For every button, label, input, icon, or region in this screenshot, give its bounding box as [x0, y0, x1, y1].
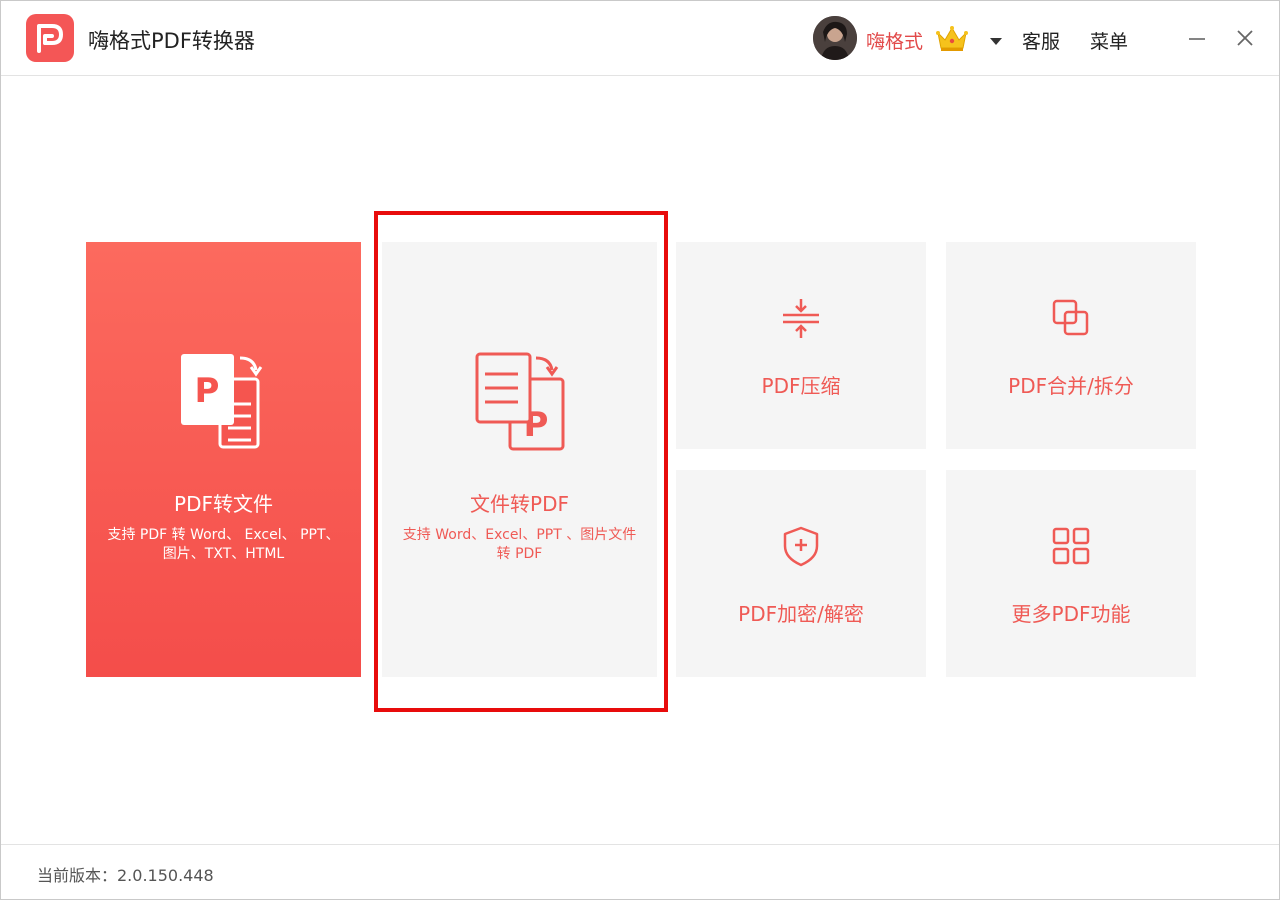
file-to-pdf-card[interactable]: P 文件转PDF 支持 Word、Excel、PPT 、图片文件转 PDF — [382, 242, 657, 677]
menu-button[interactable]: 菜单 — [1090, 27, 1128, 54]
card-title: PDF合并/拆分 — [1008, 374, 1134, 398]
card-title: PDF加密/解密 — [738, 602, 864, 626]
app-title: 嗨格式PDF转换器 — [88, 29, 255, 53]
pdf-to-file-card[interactable]: P PDF转文件 支持 PDF 转 Word、 Excel、 PPT、图片、TX… — [86, 242, 361, 677]
card-description: 支持 PDF 转 Word、 Excel、 PPT、图片、TXT、HTML — [107, 527, 340, 562]
pdf-compress-card[interactable]: PDF压缩 — [676, 242, 926, 449]
pdf-merge-split-card[interactable]: PDF合并/拆分 — [946, 242, 1196, 449]
avatar[interactable] — [813, 16, 857, 60]
minimize-icon[interactable] — [1186, 27, 1208, 49]
chevron-down-icon[interactable] — [988, 32, 1004, 45]
card-title: 更多PDF功能 — [1011, 602, 1131, 626]
card-title: PDF压缩 — [761, 374, 841, 398]
shield-plus-icon — [779, 524, 823, 568]
status-bar: 当前版本：2.0.150.448 — [1, 844, 1279, 900]
username[interactable]: 嗨格式 — [866, 27, 923, 54]
card-title: 文件转PDF — [470, 492, 569, 516]
card-description: 支持 Word、Excel、PPT 、图片文件转 PDF — [402, 527, 637, 562]
app-window: 嗨格式PDF转换器 嗨格式 客服 菜单 P PDF转文件 支持 PDF 转 Wo… — [0, 0, 1280, 900]
pdf-to-doc-icon: P — [174, 352, 274, 452]
more-pdf-card[interactable]: 更多PDF功能 — [946, 470, 1196, 677]
compress-icon — [779, 296, 823, 340]
merge-icon — [1049, 296, 1093, 340]
close-icon[interactable] — [1234, 27, 1256, 49]
doc-to-pdf-icon: P — [470, 352, 570, 452]
title-bar: 嗨格式PDF转换器 嗨格式 客服 菜单 — [1, 1, 1279, 76]
svg-text:P: P — [194, 371, 219, 411]
grid-icon — [1049, 524, 1093, 568]
version-label: 当前版本：2.0.150.448 — [37, 866, 214, 885]
crown-icon — [935, 25, 969, 53]
card-title: PDF转文件 — [174, 492, 273, 516]
service-button[interactable]: 客服 — [1022, 27, 1060, 54]
p-logo-icon — [26, 14, 74, 62]
pdf-encrypt-card[interactable]: PDF加密/解密 — [676, 470, 926, 677]
